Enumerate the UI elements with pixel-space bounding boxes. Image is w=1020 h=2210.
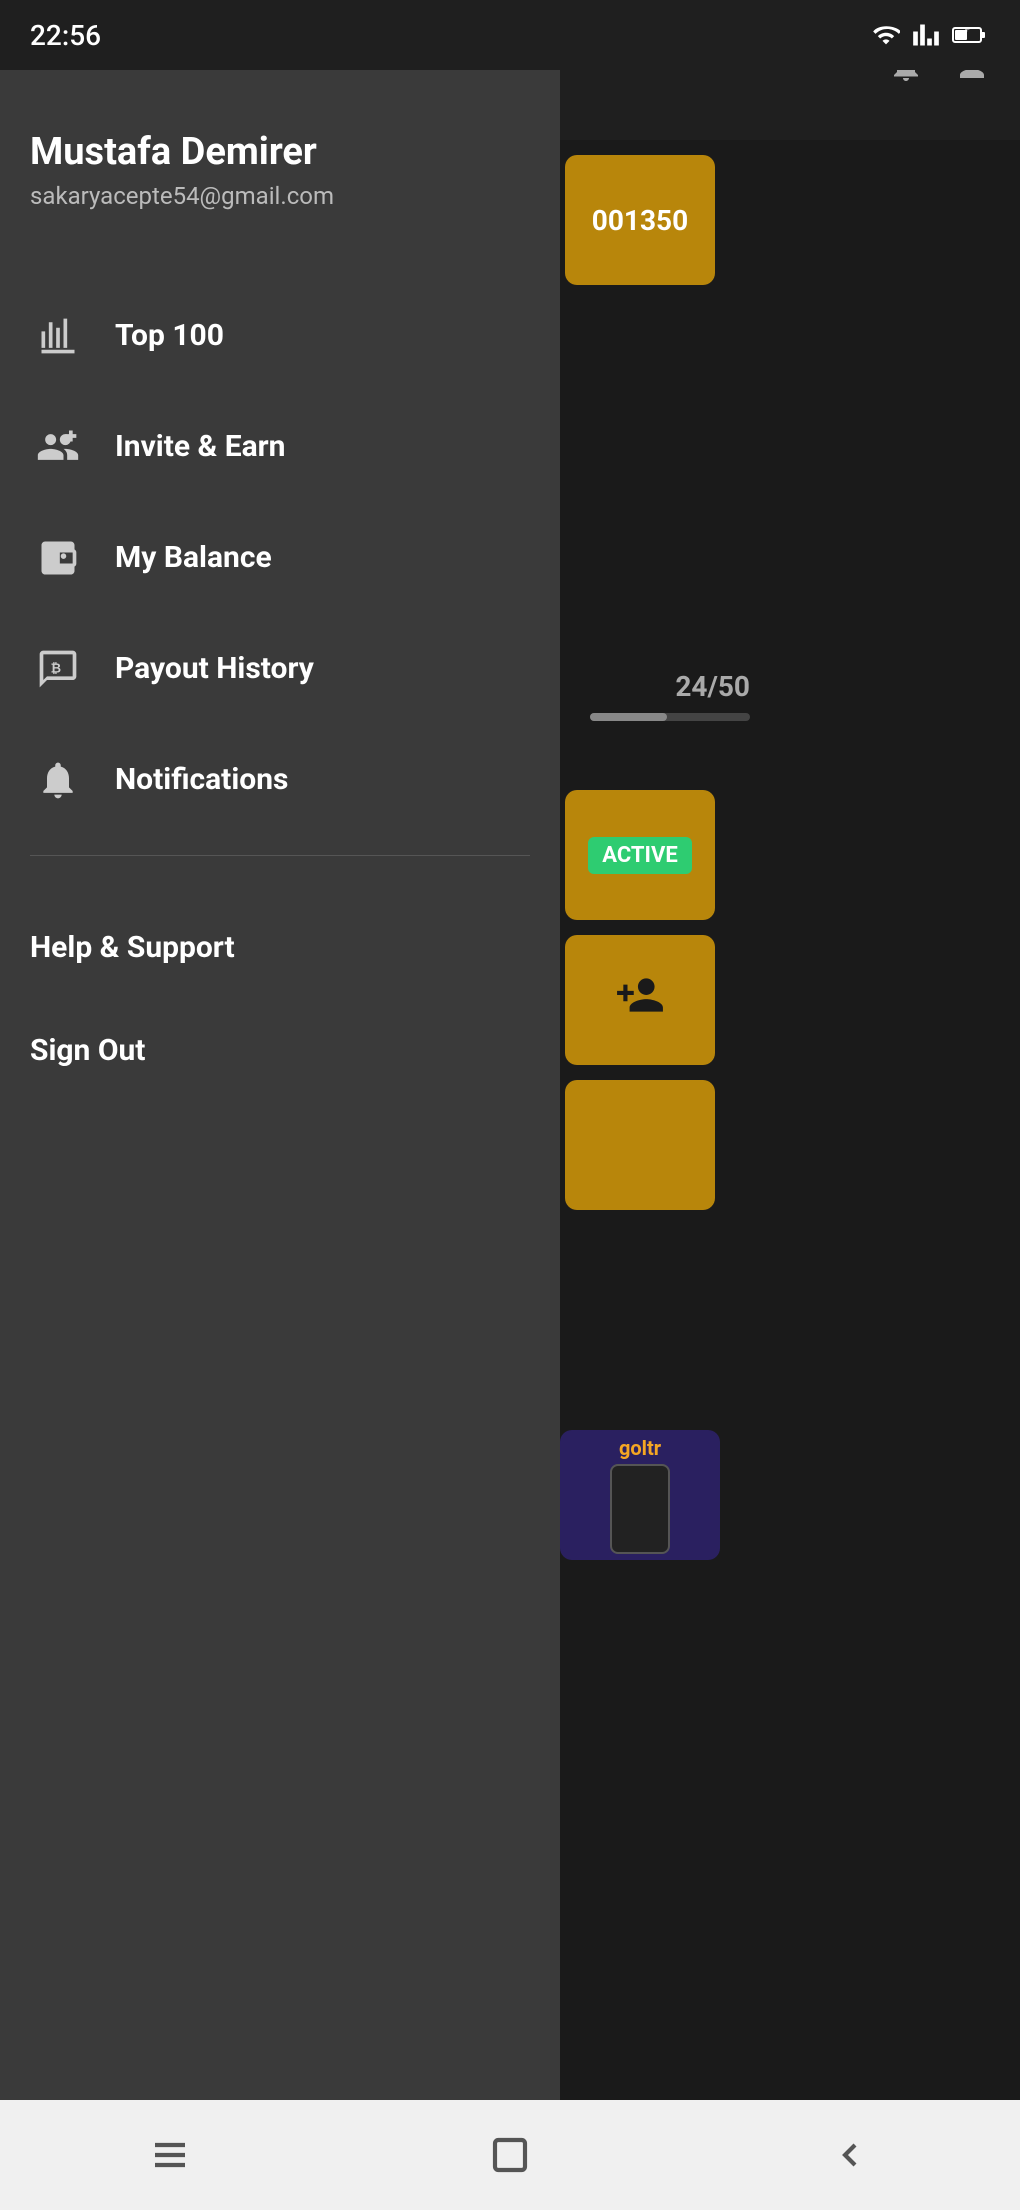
drawer: Mustafa Demirer sakaryacepte54@gmail.com… xyxy=(0,70,560,2210)
user-info: Mustafa Demirer sakaryacepte54@gmail.com xyxy=(30,110,530,250)
battery-icon xyxy=(952,21,990,49)
menu-label-help-support: Help & Support xyxy=(30,930,235,965)
menu-item-help-support[interactable]: Help & Support xyxy=(30,896,530,999)
status-icons xyxy=(872,21,990,49)
app-phone-mockup xyxy=(610,1464,670,1554)
menu-item-invite-earn[interactable]: Invite & Earn xyxy=(30,391,530,502)
add-person-card[interactable] xyxy=(565,935,715,1065)
svg-text:₿: ₿ xyxy=(50,661,60,676)
golden-card-top: 001350 xyxy=(565,155,715,285)
nav-hamburger-button[interactable] xyxy=(130,2115,210,2195)
signal-icon xyxy=(912,21,940,49)
menu-item-sign-out[interactable]: Sign Out xyxy=(30,999,530,1102)
progress-text: 24/50 xyxy=(570,670,750,703)
add-user-group-icon xyxy=(30,419,85,474)
progress-area: 24/50 xyxy=(560,660,760,731)
menu-item-payout-history[interactable]: ₿ Payout History xyxy=(30,613,530,724)
add-person-icon xyxy=(615,970,665,1031)
menu-items: Top 100 Invite & Earn My Balance xyxy=(30,280,530,835)
active-card: ACTIVE xyxy=(565,790,715,920)
user-name: Mustafa Demirer xyxy=(30,130,530,174)
nav-home-button[interactable] xyxy=(470,2115,550,2195)
menu-label-sign-out: Sign Out xyxy=(30,1033,145,1068)
nav-back-button[interactable] xyxy=(810,2115,890,2195)
wifi-icon xyxy=(872,21,900,49)
progress-bar-background xyxy=(590,713,750,721)
user-email: sakaryacepte54@gmail.com xyxy=(30,182,530,210)
menu-item-notifications[interactable]: Notifications xyxy=(30,724,530,835)
bitcoin-receipt-icon: ₿ xyxy=(30,641,85,696)
menu-label-payout-history: Payout History xyxy=(115,651,314,686)
status-bar: 22:56 xyxy=(0,0,1020,70)
chart-bar-icon xyxy=(30,308,85,363)
menu-divider xyxy=(30,855,530,856)
status-time: 22:56 xyxy=(30,19,101,52)
menu-label-invite-earn: Invite & Earn xyxy=(115,429,285,464)
wallet-icon xyxy=(30,530,85,585)
menu-label-notifications: Notifications xyxy=(115,762,288,797)
nav-bar xyxy=(0,2100,1020,2210)
card-number: 001350 xyxy=(592,204,688,237)
app-preview-card: goltr xyxy=(560,1430,720,1560)
bell-menu-icon xyxy=(30,752,85,807)
active-badge: ACTIVE xyxy=(588,837,692,874)
menu-label-my-balance: My Balance xyxy=(115,540,272,575)
progress-bar-fill xyxy=(590,713,667,721)
bottom-menu: Help & Support Sign Out xyxy=(30,876,530,1102)
app-label: goltr xyxy=(619,1436,661,1460)
menu-item-my-balance[interactable]: My Balance xyxy=(30,502,530,613)
menu-label-top100: Top 100 xyxy=(115,318,224,353)
golden-card-3 xyxy=(565,1080,715,1210)
menu-item-top100[interactable]: Top 100 xyxy=(30,280,530,391)
